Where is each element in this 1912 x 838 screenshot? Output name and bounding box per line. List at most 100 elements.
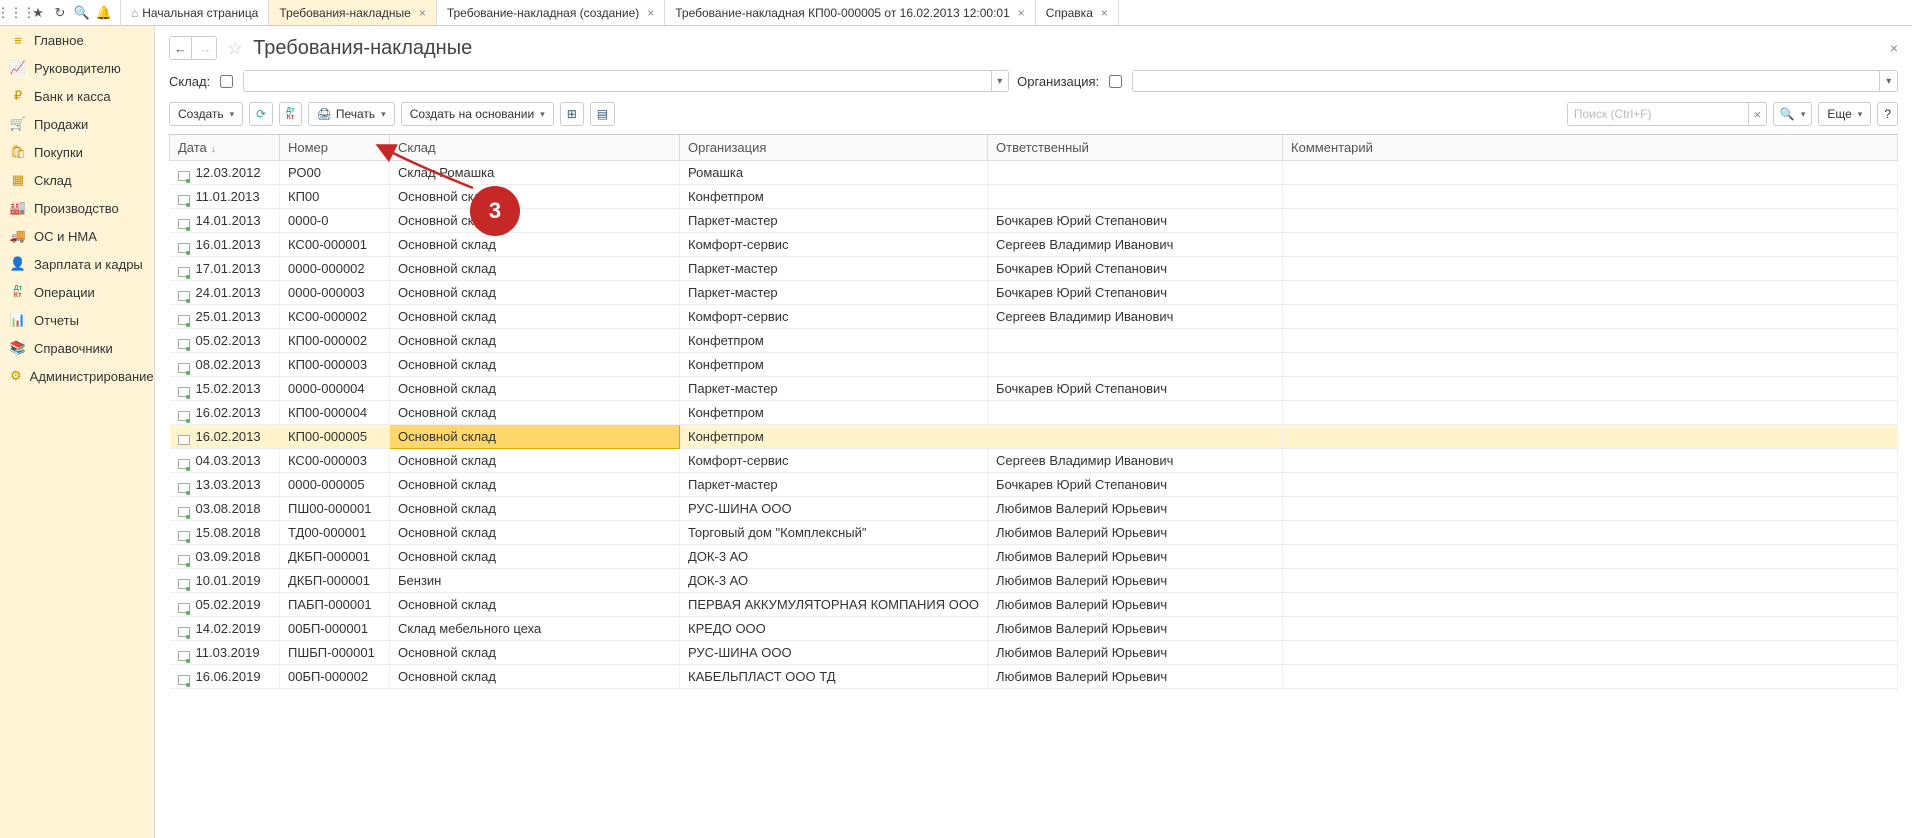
cell-num: ДКБП-000001: [280, 569, 390, 593]
table-row[interactable]: 16.01.2013КС00-000001Основной складКомфо…: [170, 233, 1898, 257]
postings-button[interactable]: ДтКт: [279, 102, 301, 126]
cell-num: 00БП-000002: [280, 665, 390, 689]
search-box[interactable]: ×: [1567, 102, 1767, 126]
sidebar-item-label: Зарплата и кадры: [34, 257, 143, 272]
tab-close-icon[interactable]: ×: [419, 6, 426, 20]
star-icon[interactable]: ★: [30, 5, 46, 21]
sidebar-item[interactable]: ₽Банк и касса: [0, 82, 154, 110]
sidebar-item[interactable]: 🚚ОС и НМА: [0, 222, 154, 250]
org-filter-input[interactable]: [1133, 71, 1879, 91]
sidebar-item[interactable]: 📊Отчеты: [0, 306, 154, 334]
tab[interactable]: ⌂Начальная страница: [121, 0, 269, 25]
clear-search-icon[interactable]: ×: [1748, 103, 1766, 125]
tab[interactable]: Требования-накладные×: [269, 0, 436, 25]
table-row[interactable]: 11.01.2013КП00Основной складКонфетпром: [170, 185, 1898, 209]
sidebar-item[interactable]: ДтКтОперации: [0, 278, 154, 306]
cell-comment: [1283, 665, 1898, 689]
table-row[interactable]: 25.01.2013КС00-000002Основной складКомфо…: [170, 305, 1898, 329]
cell-comment: [1283, 449, 1898, 473]
cell-num: 0000-000005: [280, 473, 390, 497]
list-view-button[interactable]: ▤: [590, 102, 615, 126]
col-date[interactable]: Дата↓: [170, 135, 280, 161]
table-row[interactable]: 08.02.2013КП00-000003Основной складКонфе…: [170, 353, 1898, 377]
top-toolbar: ⋮⋮⋮ ★ ↻ 🔍 🔔 ⌂Начальная страницаТребовани…: [0, 0, 1912, 26]
tab[interactable]: Справка×: [1036, 0, 1119, 25]
org-dropdown-icon[interactable]: ▾: [1879, 71, 1897, 91]
warehouse-filter-combo[interactable]: ▾: [243, 70, 1009, 92]
col-responsible[interactable]: Ответственный: [988, 135, 1283, 161]
sidebar-item[interactable]: 📚Справочники: [0, 334, 154, 362]
table-row[interactable]: 12.03.2012РО00Склад РомашкаРомашка: [170, 161, 1898, 185]
sidebar-item-icon: 🚚: [10, 228, 26, 244]
table-row[interactable]: 04.03.2013КС00-000003Основной складКомфо…: [170, 449, 1898, 473]
sidebar-item[interactable]: 🛍Покупки: [0, 138, 154, 166]
cell-comment: [1283, 401, 1898, 425]
create-button[interactable]: Создать▾: [169, 102, 243, 126]
tab[interactable]: Требование-накладная (создание)×: [437, 0, 665, 25]
col-number[interactable]: Номер: [280, 135, 390, 161]
table-row[interactable]: 16.02.2013КП00-000005Основной складКонфе…: [170, 425, 1898, 449]
tab-close-icon[interactable]: ×: [647, 6, 654, 20]
table-row[interactable]: 16.02.2013КП00-000004Основной складКонфе…: [170, 401, 1898, 425]
org-filter-combo[interactable]: ▾: [1132, 70, 1898, 92]
table-row[interactable]: 14.01.20130000-0Основной складПаркет-мас…: [170, 209, 1898, 233]
sidebar-item[interactable]: ≡Главное: [0, 26, 154, 54]
cell-comment: [1283, 497, 1898, 521]
table-row[interactable]: 15.08.2018ТД00-000001Основной складТорго…: [170, 521, 1898, 545]
warehouse-filter-checkbox[interactable]: [220, 75, 233, 88]
search-icon[interactable]: 🔍: [74, 5, 90, 21]
apps-icon[interactable]: ⋮⋮⋮: [8, 5, 24, 21]
sidebar-item[interactable]: ⚙Администрирование: [0, 362, 154, 390]
posted-doc-icon: [178, 288, 192, 300]
history-icon[interactable]: ↻: [52, 5, 68, 21]
tree-view-button[interactable]: ⊞: [560, 102, 584, 126]
sidebar-item[interactable]: ▦Склад: [0, 166, 154, 194]
print-button[interactable]: 🖨Печать▾: [308, 102, 395, 126]
tab-close-icon[interactable]: ×: [1101, 6, 1108, 20]
table-row[interactable]: 03.08.2018ПШ00-000001Основной складРУС-Ш…: [170, 497, 1898, 521]
sidebar-item[interactable]: 🏭Производство: [0, 194, 154, 222]
create-based-button[interactable]: Создать на основании▾: [401, 102, 554, 126]
sidebar-item[interactable]: 📈Руководителю: [0, 54, 154, 82]
table-row[interactable]: 05.02.2013КП00-000002Основной складКонфе…: [170, 329, 1898, 353]
posted-doc-icon: [178, 192, 192, 204]
cell-num: 00БП-000001: [280, 617, 390, 641]
cell-resp: [988, 425, 1283, 449]
cell-org: Паркет-мастер: [680, 473, 988, 497]
sidebar-item[interactable]: 👤Зарплата и кадры: [0, 250, 154, 278]
table-row[interactable]: 14.02.201900БП-000001Склад мебельного це…: [170, 617, 1898, 641]
table-row[interactable]: 16.06.201900БП-000002Основной складКАБЕЛ…: [170, 665, 1898, 689]
search-input[interactable]: [1568, 103, 1748, 125]
sidebar-item[interactable]: 🛒Продажи: [0, 110, 154, 138]
warehouse-filter-input[interactable]: [244, 71, 990, 91]
cell-date: 25.01.2013: [170, 305, 280, 329]
table-row[interactable]: 10.01.2019ДКБП-000001БензинДОК-3 АОЛюбим…: [170, 569, 1898, 593]
table-row[interactable]: 13.03.20130000-000005Основной складПарке…: [170, 473, 1898, 497]
bell-icon[interactable]: 🔔: [96, 5, 112, 21]
magnify-button[interactable]: 🔍▾: [1773, 102, 1812, 126]
table-row[interactable]: 03.09.2018ДКБП-000001Основной складДОК-3…: [170, 545, 1898, 569]
more-button[interactable]: Еще▾: [1818, 102, 1871, 126]
help-button[interactable]: ?: [1877, 102, 1898, 126]
org-filter-checkbox[interactable]: [1109, 75, 1122, 88]
table-row[interactable]: 24.01.20130000-000003Основной складПарке…: [170, 281, 1898, 305]
cell-org: Паркет-мастер: [680, 209, 988, 233]
warehouse-dropdown-icon[interactable]: ▾: [991, 71, 1009, 91]
favorite-star-icon[interactable]: ☆: [227, 38, 243, 59]
posted-doc-icon: [178, 552, 192, 564]
col-warehouse[interactable]: Склад: [390, 135, 680, 161]
nav-back-button[interactable]: ←: [170, 37, 192, 59]
col-comment[interactable]: Комментарий: [1283, 135, 1898, 161]
table-row[interactable]: 11.03.2019ПШБП-000001Основной складРУС-Ш…: [170, 641, 1898, 665]
posted-doc-icon: [178, 504, 192, 516]
sidebar-item-icon: ▦: [10, 172, 26, 188]
table-row[interactable]: 17.01.20130000-000002Основной складПарке…: [170, 257, 1898, 281]
col-organization[interactable]: Организация: [680, 135, 988, 161]
table-row[interactable]: 05.02.2019ПАБП-000001Основной складПЕРВА…: [170, 593, 1898, 617]
refresh-button[interactable]: ⟳: [249, 102, 273, 126]
tab-close-icon[interactable]: ×: [1018, 6, 1025, 20]
nav-forward-button[interactable]: →: [194, 37, 216, 59]
close-page-icon[interactable]: ×: [1890, 40, 1898, 56]
tab[interactable]: Требование-накладная КП00-000005 от 16.0…: [665, 0, 1036, 25]
table-row[interactable]: 15.02.20130000-000004Основной складПарке…: [170, 377, 1898, 401]
